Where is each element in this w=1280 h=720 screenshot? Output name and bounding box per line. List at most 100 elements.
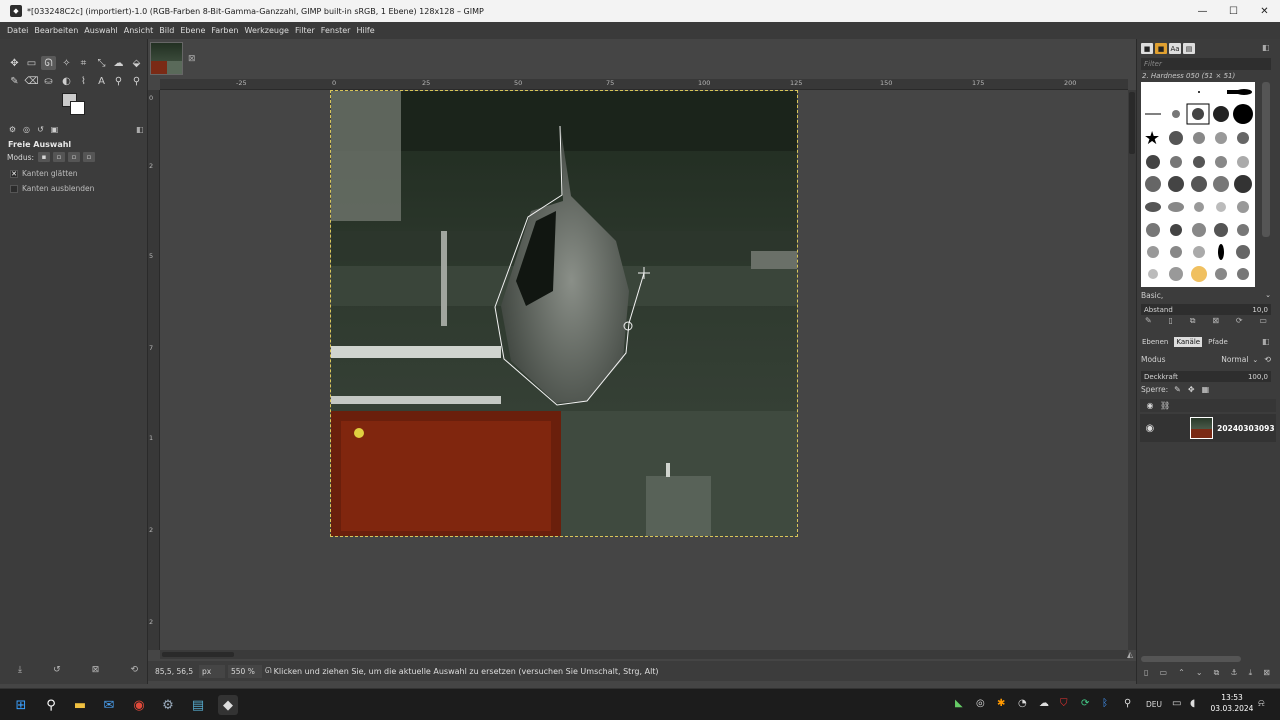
device-status-tab-icon[interactable]: ◎ [20,124,33,135]
menu-hilfe[interactable]: Hilfe [356,26,374,35]
file-explorer-icon[interactable]: ▬ [70,695,90,715]
tray-sync-icon[interactable]: ⟳ [1081,698,1089,709]
horizontal-scroll-thumb[interactable] [162,652,234,657]
refresh-brushes-icon[interactable]: ⟳ [1236,316,1243,326]
reset-mode-icon[interactable]: ⟲ [1264,355,1271,364]
free-select-icon[interactable]: ᘏ [41,56,56,70]
brush-scroll-thumb[interactable] [1262,82,1270,237]
vertical-scroll-thumb[interactable] [1129,92,1135,154]
tray-mic-icon[interactable]: ⚲ [1124,698,1131,709]
opacity-field[interactable]: Deckkraft 100,0 [1141,371,1271,382]
lower-layer-icon[interactable]: ⌄ [1196,668,1203,678]
navigate-icon[interactable]: ◭ [1127,650,1133,659]
close-image-tab-icon[interactable]: ⊠ [188,54,196,64]
antialias-option[interactable]: ✕ Kanten glätten [10,169,78,178]
duplicate-layer-icon[interactable]: ⧉ [1214,668,1220,678]
horizontal-scrollbar[interactable] [160,650,1128,659]
delete-layer-icon[interactable]: ⊠ [1263,668,1270,678]
tray-steam-icon[interactable]: ◔ [1018,698,1027,709]
language-indicator[interactable]: DEU [1146,700,1162,709]
new-layer-icon[interactable]: ▯ [1144,668,1148,678]
tab-channels[interactable]: Kanäle [1174,337,1203,347]
unit-select[interactable]: px [199,664,225,678]
reset-options-icon[interactable]: ⟲ [130,665,138,675]
opacity-value[interactable]: 100,0 [1248,373,1268,381]
tray-bluetooth-icon[interactable]: ᛒ [1102,698,1108,709]
new-layer-group-icon[interactable]: ▭ [1159,668,1167,678]
feather-option[interactable]: Kanten ausblenden [10,184,94,193]
edit-brush-icon[interactable]: ✎ [1145,316,1152,326]
image-canvas[interactable] [330,90,798,537]
rect-select-icon[interactable]: ▭ [24,56,39,70]
tray-network-icon[interactable]: ▭ [1172,698,1181,709]
images-tab-icon[interactable]: ▣ [48,124,61,135]
antialias-checkbox[interactable]: ✕ [10,169,18,178]
settings-gear-icon[interactable]: ⚙ [158,695,178,715]
mode-add-icon[interactable]: ▫ [53,152,66,162]
duplicate-brush-icon[interactable]: ⧉ [1190,316,1196,326]
spacing-value[interactable]: 10,0 [1252,306,1268,314]
tab-layers[interactable]: Ebenen [1140,337,1170,347]
eraser-icon[interactable]: ⌫ [24,74,39,88]
layers-horizontal-scrollbar[interactable] [1141,656,1241,662]
tray-onedrive-icon[interactable]: ☁ [1039,698,1049,709]
clone-icon[interactable]: ⛀ [41,74,56,88]
menu-werkzeuge[interactable]: Werkzeuge [245,26,289,35]
menu-ebene[interactable]: Ebene [180,26,205,35]
close-button[interactable]: ✕ [1249,0,1280,22]
chrome-icon[interactable]: ◉ [129,695,149,715]
tab-paths[interactable]: Pfade [1206,337,1230,347]
menu-ansicht[interactable]: Ansicht [124,26,154,35]
restore-options-icon[interactable]: ↺ [53,665,61,675]
open-brush-folder-icon[interactable]: ▭ [1259,316,1267,326]
tray-circle-icon[interactable]: ◎ [976,698,985,709]
mode-subtract-icon[interactable]: ▫ [68,152,81,162]
color-picker-icon[interactable]: ⚲ [111,74,126,88]
move-tool-icon[interactable]: ✥ [7,56,22,70]
minimize-button[interactable]: — [1187,0,1218,22]
brushes-tab-icon[interactable]: ■ [1141,43,1153,54]
lock-alpha-icon[interactable]: ▦ [1202,385,1210,394]
layer-row[interactable]: ◉ 20240303093 [1140,414,1276,442]
spacing-field[interactable]: Abstand 10,0 [1141,304,1271,315]
menu-auswahl[interactable]: Auswahl [84,26,117,35]
menu-bild[interactable]: Bild [159,26,174,35]
brush-filter-input[interactable]: Filter [1141,58,1271,70]
tray-nvidia-icon[interactable]: ◣ [955,698,963,709]
gimp-taskbar-icon[interactable]: ◆ [218,695,238,715]
menu-datei[interactable]: Datei [7,26,28,35]
tray-app-icon[interactable]: ✱ [997,698,1005,709]
anchor-layer-icon[interactable]: ⚓ [1230,668,1237,678]
brush-panel-menu-icon[interactable]: ◧ [1262,43,1270,52]
fill-icon[interactable]: ⬙ [129,56,144,70]
crop-icon[interactable]: ⌗ [76,56,91,70]
menu-fenster[interactable]: Fenster [321,26,351,35]
tray-volume-icon[interactable]: ◖ [1190,698,1195,709]
document-history-tab-icon[interactable]: ▤ [1183,43,1195,54]
vertical-scrollbar[interactable] [1128,90,1136,650]
delete-options-icon[interactable]: ⊠ [92,665,100,675]
undo-history-tab-icon[interactable]: ↺ [34,124,47,135]
zoom-select[interactable]: 550 % [228,664,262,678]
raise-layer-icon[interactable]: ⌃ [1178,668,1185,678]
warp-icon[interactable]: ☁ [111,56,126,70]
horizontal-ruler[interactable]: -25 0 25 50 75 100 125 150 175 200 [160,79,1128,90]
tool-options-tab-icon[interactable]: ⚙ [6,124,19,135]
visibility-eye-icon[interactable]: ◉ [1140,423,1160,434]
layer-mode-select[interactable]: Normal [1221,355,1248,364]
image-content[interactable] [331,91,798,537]
lock-pixels-icon[interactable]: ✎ [1174,385,1181,394]
fg-bg-colors[interactable] [62,93,90,119]
dodge-icon[interactable]: ◐ [59,74,74,88]
search-icon[interactable]: ⚲ [41,695,61,715]
paintbrush-icon[interactable]: ✎ [7,74,22,88]
feather-checkbox[interactable] [10,184,18,193]
delete-brush-icon[interactable]: ⊠ [1212,316,1219,326]
tray-security-icon[interactable]: ⛉ [1060,698,1068,709]
mode-intersect-icon[interactable]: ▫ [83,152,96,162]
unified-transform-icon[interactable]: ⤡ [94,56,109,70]
panel-menu-icon[interactable]: ◧ [136,125,144,134]
menu-bearbeiten[interactable]: Bearbeiten [34,26,78,35]
menu-filter[interactable]: Filter [295,26,315,35]
vertical-ruler[interactable]: 0 2 5 7 1 2 2 [148,90,160,650]
